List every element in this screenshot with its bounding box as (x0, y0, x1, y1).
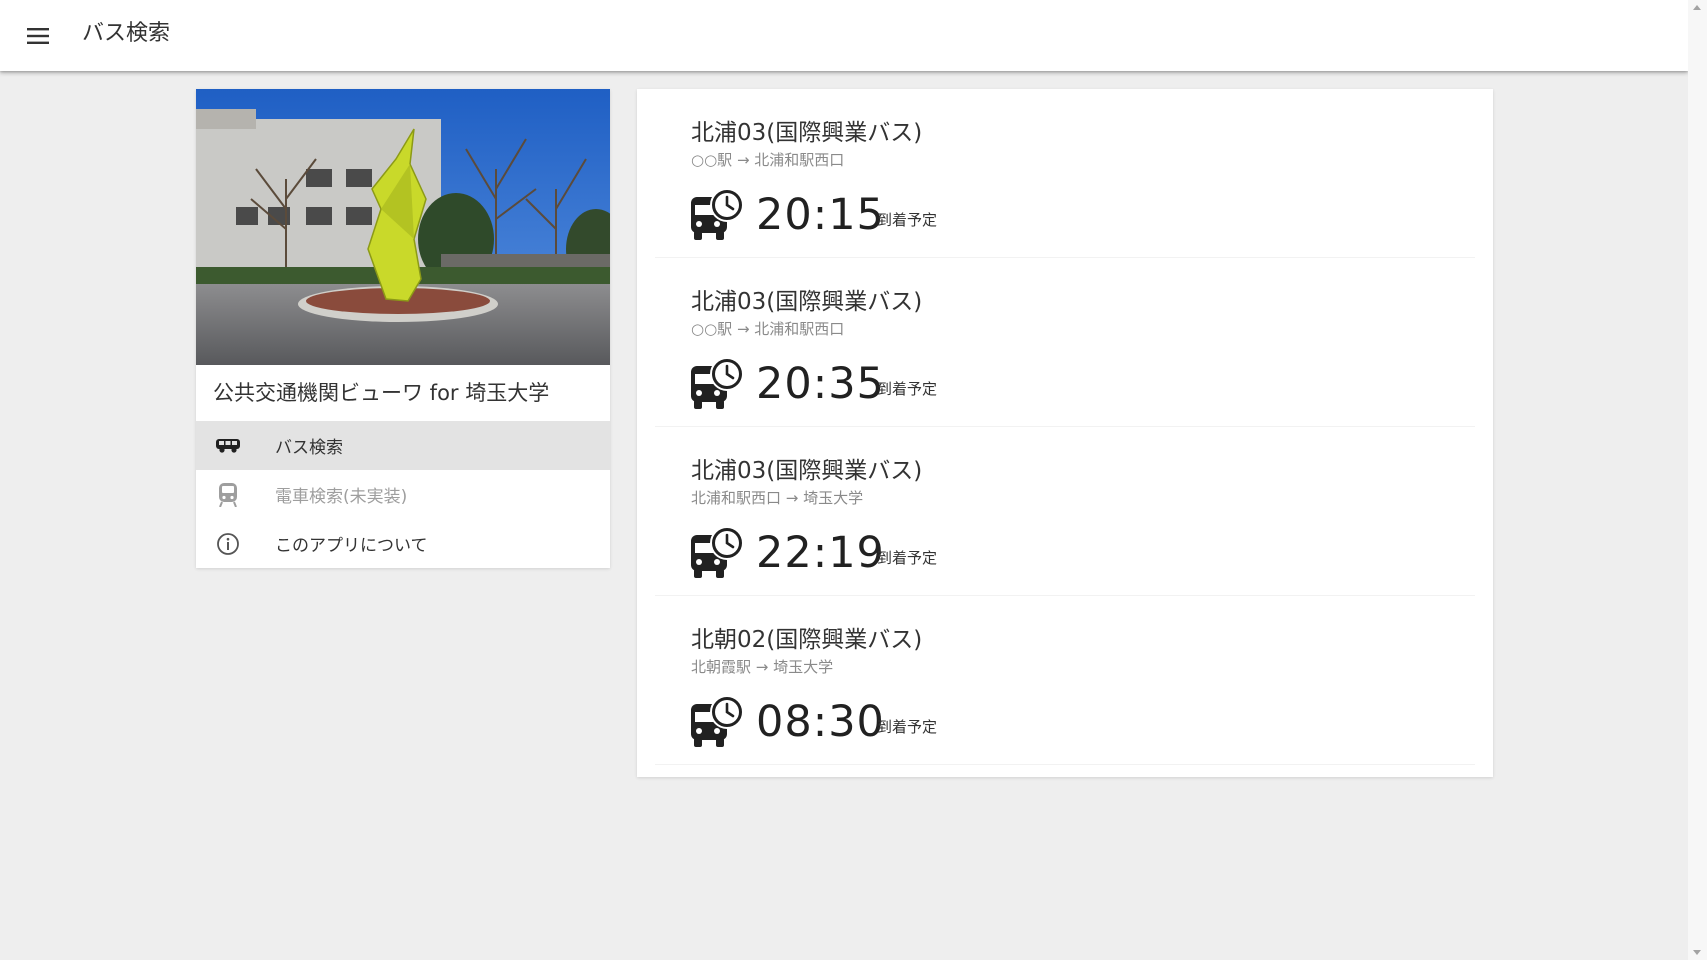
bus-line-name: 北浦03(国際興業バス) (691, 120, 923, 146)
bus-results-list: 北浦03(国際興業バス) ○○駅 → 北浦和駅西口 20:15 到着予定 北浦0… (637, 89, 1493, 777)
nav-item-label: 電車検索(未実装) (275, 487, 408, 507)
bus-clock-icon (691, 188, 744, 240)
campus-photo (196, 89, 610, 365)
arrival-label: 到着予定 (877, 549, 938, 567)
bus-clock-icon (691, 526, 744, 578)
bus-route: ○○駅 → 北浦和駅西口 (691, 320, 845, 338)
scroll-down-arrow-icon[interactable] (1693, 950, 1701, 955)
arrival-label: 到着予定 (877, 718, 938, 736)
bus-result-item[interactable]: 北浦03(国際興業バス) ○○駅 → 北浦和駅西口 20:15 到着予定 (655, 89, 1475, 258)
menu-button[interactable] (22, 20, 54, 52)
nav-item-about[interactable]: このアプリについて (196, 519, 610, 568)
app-bar: バス検索 (0, 0, 1688, 71)
app-title: 公共交通機関ビューワ for 埼玉大学 (213, 381, 550, 405)
bus-clock-icon (691, 695, 744, 747)
arrival-label: 到着予定 (877, 380, 938, 398)
bus-route: 北浦和駅西口 → 埼玉大学 (691, 489, 864, 507)
arrival-time: 22:19 (756, 528, 885, 578)
bus-result-item[interactable]: 北浦03(国際興業バス) ○○駅 → 北浦和駅西口 20:35 到着予定 (655, 258, 1475, 427)
bus-icon (213, 431, 243, 461)
arrival-time: 20:15 (756, 190, 885, 240)
bus-route: 北朝霞駅 → 埼玉大学 (691, 658, 834, 676)
arrival-label: 到着予定 (877, 211, 938, 229)
scrollbar[interactable] (1688, 0, 1707, 960)
bus-result-item[interactable]: 北朝02(国際興業バス) 北朝霞駅 → 埼玉大学 08:30 到着予定 (655, 596, 1475, 765)
nav-item-bus-search[interactable]: バス検索 (196, 421, 610, 470)
arrival-time: 08:30 (756, 697, 885, 747)
side-menu-card: 公共交通機関ビューワ for 埼玉大学 バス検索 電車検索(未実装) このアプリ… (196, 89, 610, 568)
bus-route: ○○駅 → 北浦和駅西口 (691, 151, 845, 169)
arrival-time: 20:35 (756, 359, 885, 409)
bus-clock-icon (691, 357, 744, 409)
nav-item-label: このアプリについて (275, 536, 428, 556)
train-icon (213, 480, 243, 510)
menu-icon (27, 28, 49, 44)
bus-result-item[interactable]: 北浦03(国際興業バス) 北浦和駅西口 → 埼玉大学 22:19 到着予定 (655, 427, 1475, 596)
info-icon (213, 529, 243, 559)
bus-line-name: 北浦03(国際興業バス) (691, 289, 923, 315)
nav-item-label: バス検索 (275, 438, 343, 458)
page-title: バス検索 (82, 21, 171, 46)
scroll-up-arrow-icon[interactable] (1693, 5, 1701, 10)
nav-item-train-search[interactable]: 電車検索(未実装) (196, 470, 610, 519)
bus-line-name: 北浦03(国際興業バス) (691, 458, 923, 484)
bus-line-name: 北朝02(国際興業バス) (691, 627, 923, 653)
